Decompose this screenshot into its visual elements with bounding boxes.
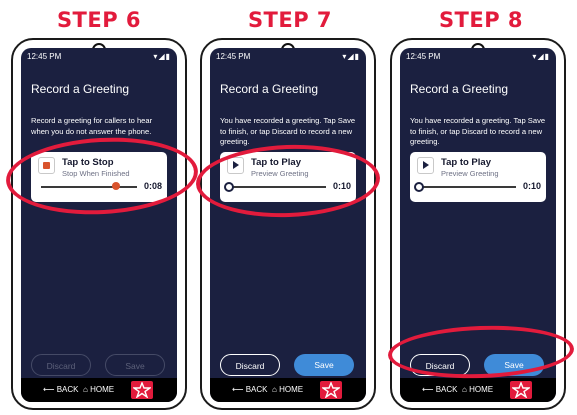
playback-card[interactable]: Tap to Play Preview Greeting 0:10 <box>410 152 546 202</box>
back-link[interactable]: ⟵ BACK <box>422 385 458 394</box>
progress-knob[interactable] <box>414 182 424 192</box>
status-time: 12:45 PM <box>27 52 62 61</box>
back-label: BACK <box>435 385 458 394</box>
status-icons: ▾◢▮ <box>153 52 171 61</box>
home-label: HOME <box>279 385 304 394</box>
status-time: 12:45 PM <box>216 52 251 61</box>
bottom-nav: ⟵ BACK ⌂ HOME <box>400 378 556 402</box>
card-title: Tap to Play <box>441 157 491 168</box>
screen: 12:45 PM ▾◢▮ Record a Greeting You have … <box>210 48 366 402</box>
page-title: Record a Greeting <box>410 82 509 96</box>
back-arrow-icon: ⟵ <box>43 385 57 394</box>
bottom-nav: ⟵ BACK ⌂ HOME <box>210 378 366 402</box>
progress-track[interactable] <box>420 186 516 188</box>
back-arrow-icon: ⟵ <box>232 385 246 394</box>
home-label: HOME <box>469 385 494 394</box>
back-label: BACK <box>56 385 79 394</box>
home-link[interactable]: ⌂ HOME <box>462 385 493 394</box>
play-icon <box>423 161 429 169</box>
play-button[interactable] <box>417 157 434 174</box>
status-bar: 12:45 PM ▾◢▮ <box>406 52 550 64</box>
status-bar: 12:45 PM ▾◢▮ <box>27 52 171 64</box>
star-logo-icon[interactable] <box>320 381 342 399</box>
back-arrow-icon: ⟵ <box>422 385 436 394</box>
bottom-nav: ⟵ BACK ⌂ HOME <box>21 378 177 402</box>
status-icons: ▾◢▮ <box>342 52 360 61</box>
back-label: BACK <box>245 385 268 394</box>
home-icon: ⌂ <box>272 385 280 394</box>
phone-step-7: 12:45 PM ▾◢▮ Record a Greeting You have … <box>200 38 376 410</box>
status-time: 12:45 PM <box>406 52 441 61</box>
home-label: HOME <box>90 385 115 394</box>
save-button[interactable]: Save <box>105 354 165 376</box>
step-6-label: STEP 6 <box>56 8 142 32</box>
page-title: Record a Greeting <box>220 82 319 96</box>
phone-step-6: 12:45 PM ▾◢▮ Record a Greeting Record a … <box>11 38 187 410</box>
volume-button <box>565 160 566 188</box>
step-7-label: STEP 7 <box>247 8 333 32</box>
card-subtitle: Preview Greeting <box>441 169 499 178</box>
instructions-text: You have recorded a greeting. Tap Save t… <box>220 116 356 146</box>
discard-button[interactable]: Discard <box>31 354 91 376</box>
home-icon: ⌂ <box>462 385 470 394</box>
step-8-label: STEP 8 <box>438 8 524 32</box>
instructions-text: Record a greeting for callers to hear wh… <box>31 116 153 136</box>
status-icons: ▾◢▮ <box>532 52 550 61</box>
screen: 12:45 PM ▾◢▮ Record a Greeting Record a … <box>21 48 177 402</box>
star-logo-icon[interactable] <box>131 381 153 399</box>
home-icon: ⌂ <box>83 385 91 394</box>
save-button[interactable]: Save <box>294 354 354 376</box>
duration-time: 0:10 <box>522 181 541 191</box>
home-link[interactable]: ⌂ HOME <box>272 385 303 394</box>
star-logo-icon[interactable] <box>510 381 532 399</box>
home-link[interactable]: ⌂ HOME <box>83 385 114 394</box>
back-link[interactable]: ⟵ BACK <box>43 385 79 394</box>
discard-button[interactable]: Discard <box>220 354 280 376</box>
instructions-text: You have recorded a greeting. Tap Save t… <box>410 116 546 146</box>
status-bar: 12:45 PM ▾◢▮ <box>216 52 360 64</box>
back-link[interactable]: ⟵ BACK <box>232 385 268 394</box>
page-title: Record a Greeting <box>31 82 130 96</box>
